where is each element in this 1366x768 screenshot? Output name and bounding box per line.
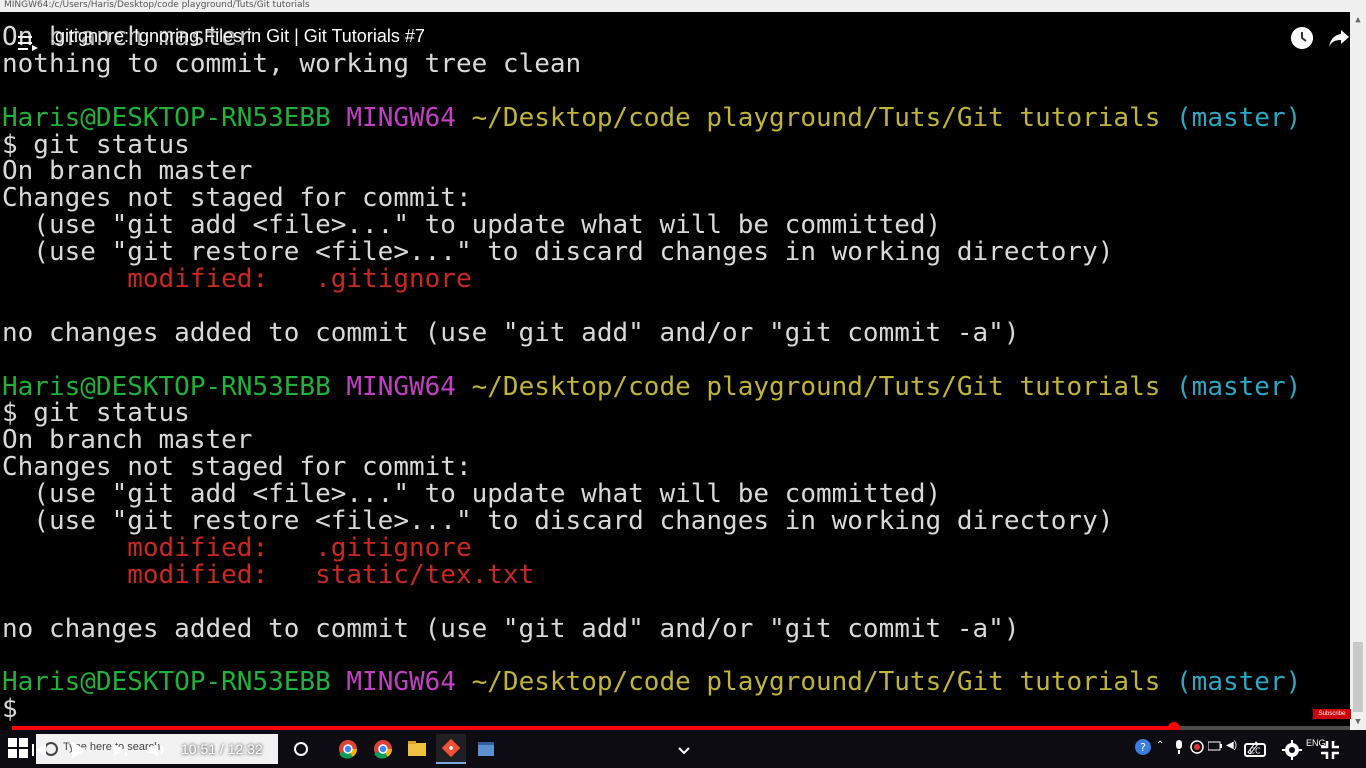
window-title: MINGW64:/c/Users/Haris/Desktop/code play… [4, 0, 310, 10]
video-time-display: 10:51 / 12:32 [181, 741, 263, 757]
current-time: 10:51 [181, 741, 217, 757]
terminal-line: On branch master [2, 158, 1301, 185]
watch-later-icon[interactable] [1291, 27, 1313, 49]
terminal-text: (use "git add <file>..." to update what … [2, 479, 942, 510]
play-icon[interactable] [66, 738, 90, 762]
terminal-output: On branch master nothing to commit, worki… [2, 24, 1301, 723]
next-icon[interactable] [108, 738, 132, 762]
chevron-down-icon[interactable] [672, 738, 696, 762]
terminal-text: ~/Desktop/code playground/Tuts/Git tutor… [471, 371, 1161, 402]
terminal-line: $ [2, 696, 1301, 723]
terminal-text: nothing to commit, working tree clean [2, 48, 582, 79]
terminal-text: Haris@DESKTOP-RN53EBB [2, 667, 331, 698]
terminal-line: (use "git restore <file>..." to discard … [2, 508, 1301, 535]
terminal-line: modified: .gitignore [2, 532, 1301, 563]
terminal-text: Changes not staged for commit: [2, 183, 472, 214]
terminal-line: (use "git add <file>..." to update what … [2, 212, 1301, 239]
terminal-line: no changes added to commit (use "git add… [2, 317, 1301, 348]
terminal-text: On branch master [2, 156, 253, 187]
terminal-text: (use "git add <file>..." to update what … [2, 210, 942, 241]
terminal-text: On branch master [2, 425, 253, 456]
terminal-text: modified: .gitignore [127, 532, 472, 563]
terminal-text: (use "git restore <file>..." to discard … [2, 237, 1114, 268]
subscribe-watermark[interactable]: Subscribe [1313, 709, 1351, 719]
terminal-text: $ git status [2, 398, 190, 429]
share-icon[interactable] [1328, 27, 1350, 49]
terminal-text: ~/Desktop/code playground/Tuts/Git tutor… [471, 102, 1161, 133]
terminal-line: Changes not staged for commit: [2, 185, 1301, 212]
terminal-scrollbar[interactable]: ▲ ▼ [1350, 12, 1366, 730]
time-separator: / [216, 741, 228, 757]
previous-icon[interactable] [28, 738, 52, 762]
terminal-window[interactable]: On branch master nothing to commit, worki… [0, 12, 1350, 730]
terminal-text: no changes added to commit (use "git add… [2, 613, 1020, 644]
terminal-text: (master) [1176, 102, 1302, 133]
terminal-text: (master) [1176, 371, 1302, 402]
terminal-line: Haris@DESKTOP-RN53EBB MINGW64 ~/Desktop/… [2, 102, 1302, 133]
terminal-text: no changes added to commit (use "git add… [2, 317, 1020, 348]
terminal-line: $ git status [2, 400, 1301, 427]
terminal-text: $ [2, 694, 18, 725]
terminal-text: modified: static/tex.txt [127, 559, 535, 590]
terminal-text: (master) [1176, 667, 1302, 698]
terminal-text: MINGW64 [346, 102, 456, 133]
window-titlebar: MINGW64:/c/Users/Haris/Desktop/code play… [0, 0, 1366, 12]
terminal-line: (use "git restore <file>..." to discard … [2, 239, 1301, 266]
video-header: .gitignore: Ignoring Files in Git | Git … [0, 12, 1366, 51]
terminal-line: modified: static/tex.txt [2, 559, 1301, 590]
video-title[interactable]: .gitignore: Ignoring Files in Git | Git … [50, 26, 425, 47]
svg-text:CC: CC [1249, 747, 1261, 756]
terminal-text: (use "git restore <file>..." to discard … [2, 506, 1114, 537]
settings-gear-icon[interactable] [1280, 738, 1304, 762]
exit-fullscreen-icon[interactable] [1318, 738, 1342, 762]
terminal-line: no changes added to commit (use "git add… [2, 613, 1301, 644]
terminal-line: Haris@DESKTOP-RN53EBB MINGW64 ~/Desktop/… [2, 371, 1302, 402]
terminal-text: Haris@DESKTOP-RN53EBB [2, 371, 331, 402]
terminal-text: MINGW64 [346, 371, 456, 402]
terminal-line: Changes not staged for commit: [2, 454, 1301, 481]
scrollbar-thumb[interactable] [1353, 642, 1363, 712]
volume-icon[interactable] [146, 738, 170, 762]
video-controls: 10:51 / 12:32 CC [0, 730, 1366, 768]
terminal-line: $ git status [2, 129, 1301, 160]
terminal-line: Haris@DESKTOP-RN53EBB MINGW64 ~/Desktop/… [2, 669, 1301, 696]
terminal-line: (use "git add <file>..." to update what … [2, 481, 1301, 508]
terminal-text: Changes not staged for commit: [2, 452, 472, 483]
terminal-line: On branch master [2, 427, 1301, 454]
terminal-text: $ git status [2, 129, 190, 160]
terminal-line: modified: .gitignore [2, 266, 1301, 293]
terminal-line: nothing to commit, working tree clean [2, 48, 1301, 79]
terminal-text: Haris@DESKTOP-RN53EBB [2, 102, 331, 133]
terminal-text: MINGW64 [346, 667, 456, 698]
terminal-text: modified: .gitignore [127, 264, 472, 295]
captions-icon[interactable]: CC [1243, 738, 1267, 762]
terminal-text: ~/Desktop/code playground/Tuts/Git tutor… [471, 667, 1161, 698]
playlist-icon[interactable] [18, 34, 38, 52]
duration: 12:32 [227, 741, 263, 757]
